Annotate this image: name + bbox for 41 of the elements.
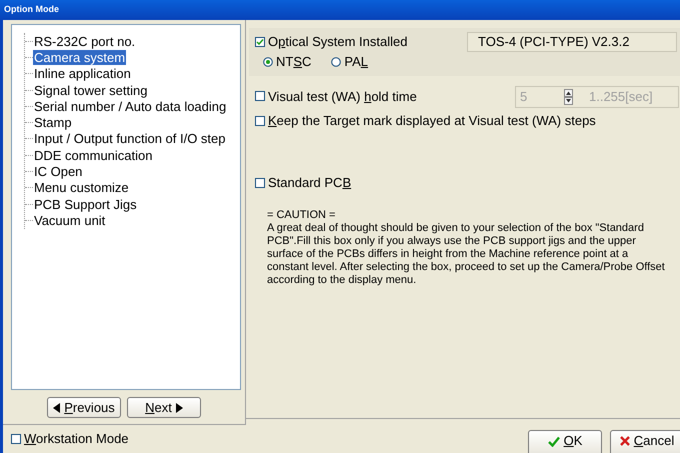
standard-label: NTSC	[276, 53, 312, 72]
close-icon	[620, 436, 630, 446]
tree-item[interactable]: IC Open	[33, 164, 84, 180]
standard-pcb-label: Standard PCB	[268, 174, 352, 192]
checkbox[interactable]	[11, 434, 21, 444]
radio-button[interactable]	[263, 57, 273, 67]
caution-heading: = CAUTION =	[267, 209, 336, 222]
checkbox[interactable]	[255, 91, 265, 102]
tree-item[interactable]: PCB Support Jigs	[33, 196, 138, 212]
check-icon	[548, 436, 560, 446]
left-triangle-icon	[53, 402, 60, 412]
tree-item[interactable]: Signal tower setting	[33, 82, 148, 98]
tree-item[interactable]: Input / Output function of I/O step	[33, 131, 227, 146]
checkbox[interactable]	[255, 178, 265, 188]
tree-item[interactable]: Inline application	[33, 66, 132, 82]
caution-text: A great deal of thought should be given to your selection of the box "Standard PCB".Fill this box only if you always use the PCB support jigs and the upper surface of the PCBs differs in height from the Machine reference point at a constant level. After selecting the box, proceed to set up the Camera/Probe Offset according to the display menu.	[267, 222, 666, 288]
tree-item[interactable]: Vacuum unit	[33, 212, 106, 228]
hold-time-value: 5	[520, 88, 528, 106]
keep-target-label: Keep the Target mark displayed at Visual test (WA) steps	[268, 112, 596, 130]
ok-button[interactable]: OK	[528, 430, 602, 453]
version-field: TOS-4 (PCI-TYPE) V2.3.2	[467, 32, 677, 52]
checkbox[interactable]	[255, 116, 265, 126]
spin-icon[interactable]	[564, 88, 573, 105]
radio-button[interactable]	[331, 57, 342, 67]
tree-item[interactable]: Menu customize	[33, 180, 130, 196]
optical-system-label: Optical System Installed	[268, 33, 408, 51]
window-title: Option Mode	[4, 3, 59, 16]
range-label: 1..255[sec]	[589, 88, 653, 106]
standard-label: PAL	[344, 53, 368, 72]
right-triangle-icon	[176, 402, 183, 412]
tree-item[interactable]: Stamp	[33, 115, 73, 130]
cancel-button[interactable]: Cancel	[610, 430, 680, 453]
tree-item[interactable]: Camera system	[33, 50, 126, 65]
hold-time-label: Visual test (WA) hold time	[268, 88, 417, 106]
tree-item[interactable]: RS-232C port no.	[33, 34, 136, 49]
next-button[interactable]: Next	[127, 397, 201, 418]
tree-item[interactable]: DDE communication	[33, 148, 154, 163]
workstation-mode-label: Workstation Mode	[24, 430, 129, 448]
tree-item[interactable]: Serial number / Auto data loading	[33, 98, 228, 114]
previous-button[interactable]: Previous	[47, 397, 121, 418]
checkbox[interactable]	[255, 36, 265, 47]
